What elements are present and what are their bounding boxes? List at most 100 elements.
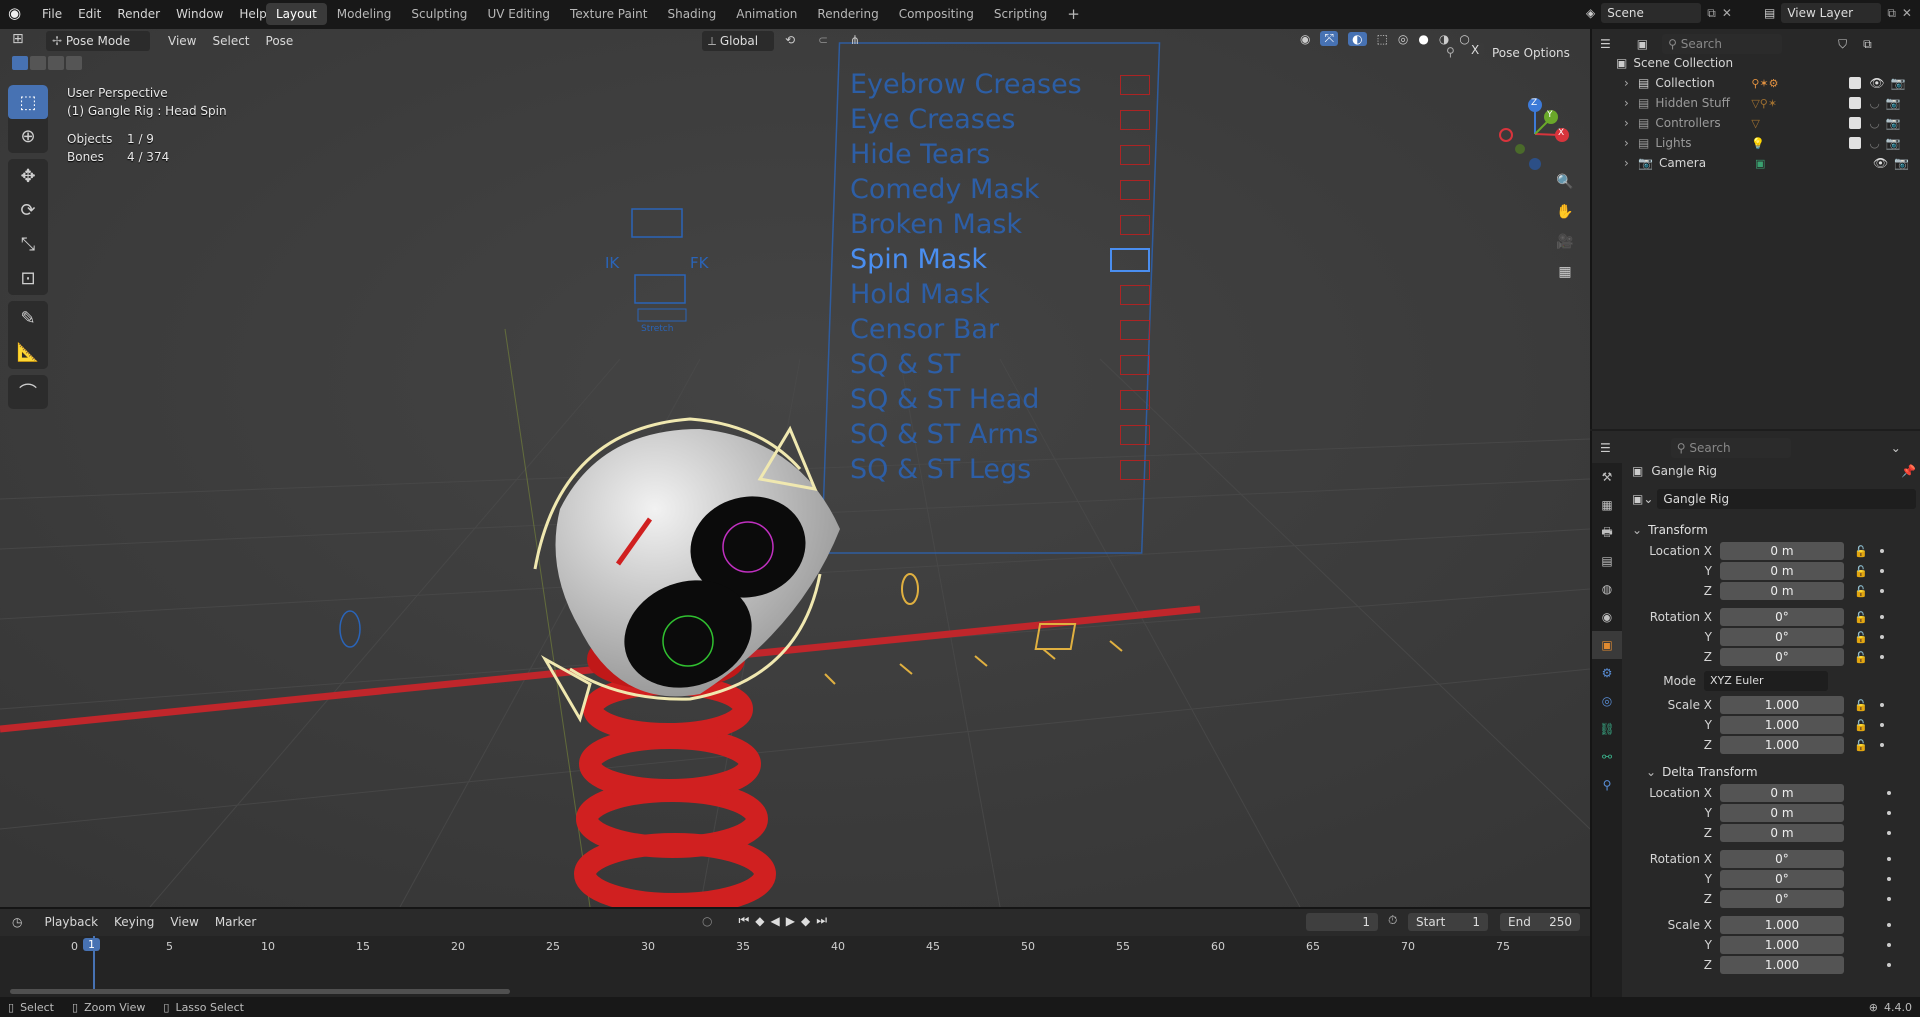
scene-field[interactable]: Scene xyxy=(1601,3,1702,23)
object-name-field[interactable]: Gangle Rig xyxy=(1657,489,1916,509)
lock-icon[interactable]: 🔓 xyxy=(1854,719,1868,732)
timeline-scrollbar[interactable] xyxy=(10,989,510,994)
exclude-checkbox[interactable] xyxy=(1849,117,1862,129)
new-collection-icon[interactable]: ⧉ xyxy=(1863,37,1872,52)
mask-checkbox[interactable] xyxy=(1120,214,1150,235)
play-icon[interactable]: ▶ xyxy=(786,914,795,928)
annotate-tool-icon[interactable]: ✎ xyxy=(8,301,48,335)
visibility-icon[interactable]: ◉ xyxy=(1300,32,1310,46)
pose-options-dropdown[interactable]: Pose Options xyxy=(1486,43,1578,63)
property-value-field[interactable]: 0° xyxy=(1720,890,1844,908)
keyframe-dot-icon[interactable] xyxy=(1887,857,1891,861)
editor-type-icon[interactable]: ⊞ xyxy=(12,31,24,47)
tab-compositing[interactable]: Compositing xyxy=(889,3,984,25)
property-value-field[interactable]: 0 m xyxy=(1720,804,1844,822)
menu-edit[interactable]: Edit xyxy=(70,3,109,25)
play-reverse-icon[interactable]: ◀ xyxy=(771,914,780,928)
outliner-item-controllers[interactable]: › ▤ Controllers ▽ ◡ 📷 xyxy=(1616,113,1916,133)
tool-tab-icon[interactable]: ⚒ xyxy=(1592,463,1622,491)
render-camera-icon[interactable]: 📷 xyxy=(1891,76,1906,90)
mask-toggle-row[interactable]: Broken Mask xyxy=(850,207,1150,242)
scale-tool-icon[interactable]: ⤡ xyxy=(8,227,48,261)
exclude-checkbox[interactable] xyxy=(1849,97,1862,109)
property-value-field[interactable]: 0° xyxy=(1720,870,1844,888)
property-value-field[interactable]: 0° xyxy=(1720,648,1844,666)
pan-hand-icon[interactable]: ✋ xyxy=(1552,199,1578,225)
lock-icon[interactable]: 🔓 xyxy=(1854,585,1868,598)
menu-playback[interactable]: Playback xyxy=(36,910,106,934)
visibility-eye-icon[interactable]: 👁 xyxy=(1869,76,1884,90)
lock-icon[interactable]: 🔓 xyxy=(1854,739,1868,752)
outliner-item-collection[interactable]: › ▤ Collection ⚲✶⚙ 👁 📷 xyxy=(1616,73,1916,93)
menu-window[interactable]: Window xyxy=(168,3,231,25)
property-value-field[interactable]: 1.000 xyxy=(1720,696,1844,714)
navigation-gizmo[interactable]: Z Y X xyxy=(1490,89,1580,179)
menu-keying[interactable]: Keying xyxy=(106,910,162,934)
keyframe-dot-icon[interactable] xyxy=(1879,615,1884,619)
visibility-eye-icon[interactable]: ◡ xyxy=(1869,96,1879,110)
mask-checkbox[interactable] xyxy=(1120,284,1150,305)
transform-panel-header[interactable]: ⌄ Transform xyxy=(1632,519,1916,541)
select-subtract-icon[interactable] xyxy=(48,56,64,70)
expand-chevron-icon[interactable]: › xyxy=(1624,76,1638,90)
keyframe-dot-icon[interactable] xyxy=(1879,635,1884,639)
mask-checkbox[interactable] xyxy=(1120,179,1150,200)
timeline-editor-icon[interactable]: ◷ xyxy=(12,915,22,929)
snap-icon[interactable]: ⊂ xyxy=(818,33,828,47)
modifiers-tab-icon[interactable]: ⚙ xyxy=(1592,659,1622,687)
camera-view-icon[interactable]: 🎥 xyxy=(1552,229,1578,255)
property-value-field[interactable]: 1.000 xyxy=(1720,716,1844,734)
view-layer-tab-icon[interactable]: ▤ xyxy=(1592,547,1622,575)
move-tool-icon[interactable]: ✥ xyxy=(8,159,48,193)
menu-select[interactable]: Select xyxy=(204,29,257,53)
end-frame-field[interactable]: End 250 xyxy=(1500,913,1580,931)
mask-toggle-row[interactable]: SQ & ST Head xyxy=(850,382,1150,417)
property-value-field[interactable]: 1.000 xyxy=(1720,736,1844,754)
mask-checkbox[interactable] xyxy=(1120,424,1150,445)
outliner-item-lights[interactable]: › ▤ Lights 💡 ◡ 📷 xyxy=(1616,133,1916,153)
mask-toggle-row[interactable]: SQ & ST Arms xyxy=(850,417,1150,452)
property-value-field[interactable]: 0° xyxy=(1720,850,1844,868)
property-value-field[interactable]: 0 m xyxy=(1720,582,1844,600)
menu-render[interactable]: Render xyxy=(109,3,168,25)
transform-tool-icon[interactable]: ⊡ xyxy=(8,261,48,295)
material-shading-icon[interactable]: ◑ xyxy=(1439,32,1449,46)
expand-chevron-icon[interactable]: › xyxy=(1624,116,1638,130)
filter-icon[interactable]: ⛉ xyxy=(1838,37,1847,52)
tab-scripting[interactable]: Scripting xyxy=(984,3,1057,25)
keyframe-dot-icon[interactable] xyxy=(1887,877,1891,881)
keyframe-dot-icon[interactable] xyxy=(1879,723,1884,727)
physics-tab-icon[interactable]: ◎ xyxy=(1592,687,1622,715)
visibility-eye-icon[interactable]: ◡ xyxy=(1869,136,1879,150)
mode-selector[interactable]: ✢ Pose Mode xyxy=(46,31,150,51)
expand-chevron-icon[interactable]: › xyxy=(1624,96,1638,110)
new-scene-icon[interactable]: ⧉ xyxy=(1707,6,1716,21)
visibility-eye-icon[interactable]: ◡ xyxy=(1869,116,1879,130)
delete-view-layer-icon[interactable]: ✕ xyxy=(1902,6,1912,20)
keyframe-dot-icon[interactable] xyxy=(1887,831,1891,835)
playhead-frame[interactable]: 1 xyxy=(83,938,100,951)
rotate-tool-icon[interactable]: ⟳ xyxy=(8,193,48,227)
object-tab-icon[interactable]: ▣ xyxy=(1592,631,1622,659)
lock-icon[interactable]: 🔓 xyxy=(1854,611,1868,624)
property-value-field[interactable]: 0 m xyxy=(1720,784,1844,802)
select-box-tool-icon[interactable]: ⬚ xyxy=(8,85,48,119)
lock-icon[interactable]: 🔓 xyxy=(1854,631,1868,644)
mask-toggle-row[interactable]: SQ & ST xyxy=(850,347,1150,382)
keyframe-dot-icon[interactable] xyxy=(1879,569,1884,573)
ik-label[interactable]: IK xyxy=(605,254,619,272)
property-value-field[interactable]: 0 m xyxy=(1720,542,1844,560)
mask-toggle-row[interactable]: Comedy Mask xyxy=(850,172,1150,207)
view-layer-icon[interactable]: ▤ xyxy=(1764,6,1775,20)
current-frame-field[interactable]: 1 xyxy=(1306,913,1378,931)
measure-tool-icon[interactable]: 📐 xyxy=(8,335,48,369)
property-value-field[interactable]: 0° xyxy=(1720,608,1844,626)
property-value-field[interactable]: 0° xyxy=(1720,628,1844,646)
mask-checkbox[interactable] xyxy=(1120,459,1150,480)
jump-start-icon[interactable]: ⏮ xyxy=(738,913,749,928)
menu-pose[interactable]: Pose xyxy=(258,29,302,53)
stopwatch-icon[interactable]: ⏱ xyxy=(1388,913,1397,928)
render-tab-icon[interactable]: ▦ xyxy=(1592,491,1622,519)
keyframe-dot-icon[interactable] xyxy=(1879,743,1884,747)
start-frame-field[interactable]: Start 1 xyxy=(1408,913,1488,931)
